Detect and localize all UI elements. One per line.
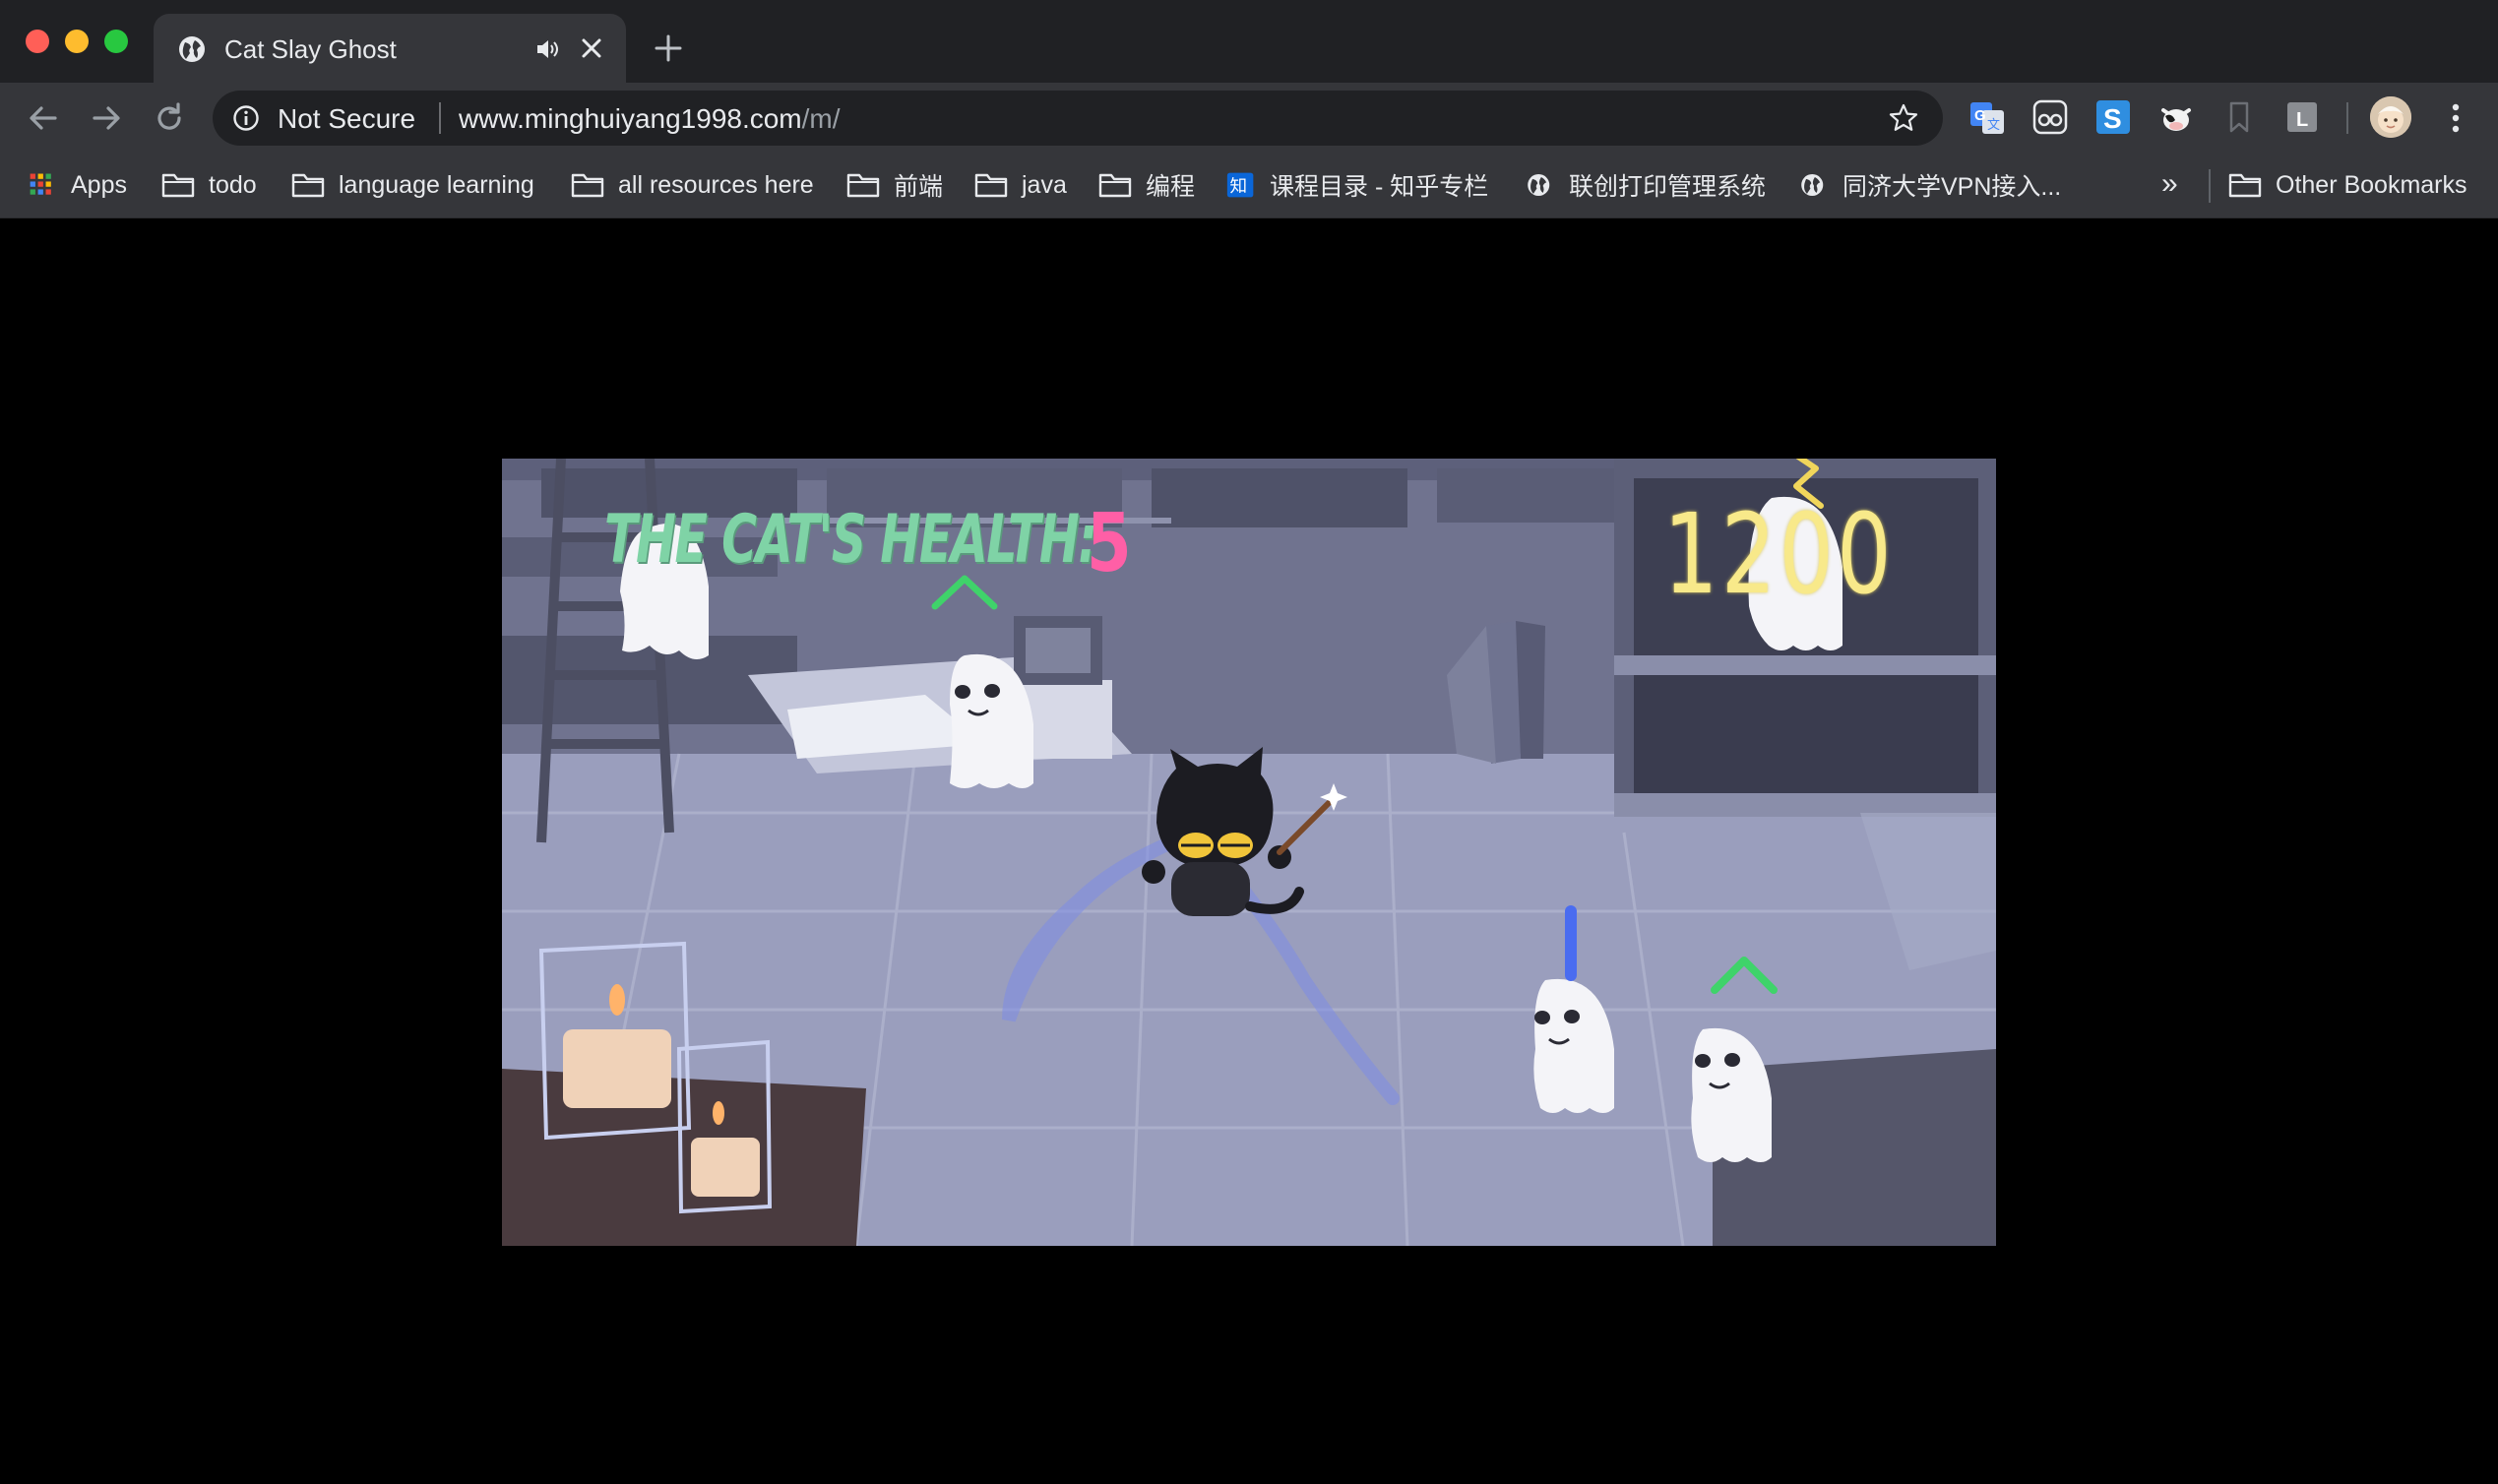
- bookmarks-bar: Apps todo language learning all resource…: [0, 154, 2498, 218]
- flame-icon: [713, 1101, 724, 1125]
- globe-icon: [179, 36, 205, 62]
- bookmark-zhihu-course[interactable]: 知 课程目录 - 知乎专栏: [1226, 163, 1488, 207]
- speaker-icon[interactable]: [535, 37, 561, 61]
- health-label: THE CAT'S HEALTH:: [604, 501, 1097, 579]
- bookmark-label: 课程目录 - 知乎专栏: [1270, 173, 1489, 201]
- bookmark-language-learning[interactable]: language learning: [291, 163, 534, 207]
- score-display: 1200: [1663, 491, 1895, 619]
- zoom-window-button[interactable]: [104, 30, 128, 53]
- url-host: www.minghuiyang1998.com: [459, 103, 802, 134]
- svg-text:文: 文: [1987, 118, 2000, 133]
- svg-text:L: L: [2296, 109, 2308, 131]
- profile-avatar-icon: [2370, 96, 2411, 138]
- folder-icon: [846, 173, 880, 198]
- bookmark-label: all resources here: [618, 170, 814, 199]
- browser-titlebar: Cat Slay Ghost: [0, 0, 2498, 83]
- bookmark-apps[interactable]: Apps: [28, 163, 127, 207]
- bookmarks-overflow-button[interactable]: »: [2161, 169, 2178, 199]
- bookmark-todo[interactable]: todo: [161, 163, 257, 207]
- game-canvas[interactable]: THE CAT'S HEALTH: 5 1200: [502, 459, 1996, 1246]
- bookmark-label: 前端: [894, 173, 944, 201]
- svg-text:S: S: [2103, 103, 2122, 134]
- folder-icon: [571, 173, 604, 198]
- google-translate-icon[interactable]: G 文: [1968, 98, 2006, 136]
- glasses-icon[interactable]: [2031, 98, 2069, 136]
- bookmark-java[interactable]: java: [974, 163, 1067, 207]
- bookmark-other[interactable]: Other Bookmarks: [2228, 163, 2467, 207]
- folder-icon: [161, 173, 195, 198]
- url-text[interactable]: www.minghuiyang1998.com/m/: [459, 104, 841, 134]
- flame-icon: [609, 984, 625, 1016]
- avatar[interactable]: [2370, 96, 2411, 138]
- bookmark-label: Apps: [71, 170, 127, 199]
- bookmark-label: 联创打印管理系统: [1569, 173, 1767, 201]
- bookmark-programming[interactable]: 编程: [1098, 163, 1195, 207]
- browser-toolbar: Not Secure www.minghuiyang1998.com/m/ G …: [0, 83, 2498, 154]
- info-icon[interactable]: [232, 104, 260, 132]
- security-status[interactable]: Not Secure: [278, 104, 415, 134]
- page-content: THE CAT'S HEALTH: 5 1200: [0, 218, 2498, 1484]
- bookmark-label: language learning: [339, 170, 534, 199]
- bookmark-label: Other Bookmarks: [2276, 170, 2467, 199]
- folder-icon: [291, 173, 325, 198]
- tab-title: Cat Slay Ghost: [224, 34, 397, 64]
- bookmark-frontend[interactable]: 前端: [846, 163, 943, 207]
- folder-icon: [1098, 173, 1132, 198]
- globe-icon: [1528, 173, 1550, 197]
- bookmark-icon[interactable]: [2220, 98, 2258, 136]
- svg-text:知: 知: [1230, 176, 1248, 197]
- folder-icon: [974, 173, 1008, 198]
- folder-icon: [2228, 173, 2262, 198]
- l-extension-icon[interactable]: L: [2283, 98, 2321, 136]
- minimize-window-button[interactable]: [65, 30, 89, 53]
- globe-icon: [1801, 173, 1824, 197]
- more-vert-icon[interactable]: [2439, 100, 2472, 136]
- bookmark-label: java: [1022, 170, 1067, 199]
- new-tab-button[interactable]: [654, 33, 683, 63]
- bookmark-all-resources[interactable]: all resources here: [571, 163, 814, 207]
- bookmark-label: 同济大学VPN接入...: [1842, 173, 2062, 201]
- address-bar[interactable]: Not Secure www.minghuiyang1998.com/m/: [213, 91, 1943, 146]
- url-path: /m/: [801, 103, 841, 134]
- bookmark-tongji-vpn[interactable]: 同济大学VPN接入...: [1799, 163, 2061, 207]
- health-value: 5: [1087, 497, 1132, 590]
- forward-arrow-icon[interactable]: [89, 100, 124, 136]
- bookmarks-divider: [2209, 169, 2211, 203]
- zhihu-icon: 知: [1226, 172, 1254, 198]
- bookmark-label: todo: [209, 170, 257, 199]
- bookmark-star-icon[interactable]: [1888, 102, 1919, 134]
- close-icon[interactable]: [579, 35, 604, 61]
- cow-icon[interactable]: [2157, 98, 2195, 136]
- toolbar-divider: [2346, 102, 2348, 134]
- omnibox-divider: [439, 102, 441, 134]
- svg-text:G: G: [1974, 107, 1986, 124]
- back-arrow-icon[interactable]: [26, 100, 61, 136]
- tab-active[interactable]: Cat Slay Ghost: [154, 14, 626, 83]
- s-extension-icon[interactable]: S: [2094, 98, 2132, 136]
- bookmark-label: 编程: [1146, 173, 1196, 201]
- bookmark-print-system[interactable]: 联创打印管理系统: [1526, 163, 1766, 207]
- close-window-button[interactable]: [26, 30, 49, 53]
- reload-icon[interactable]: [152, 100, 187, 136]
- apps-grid-icon: [30, 173, 51, 195]
